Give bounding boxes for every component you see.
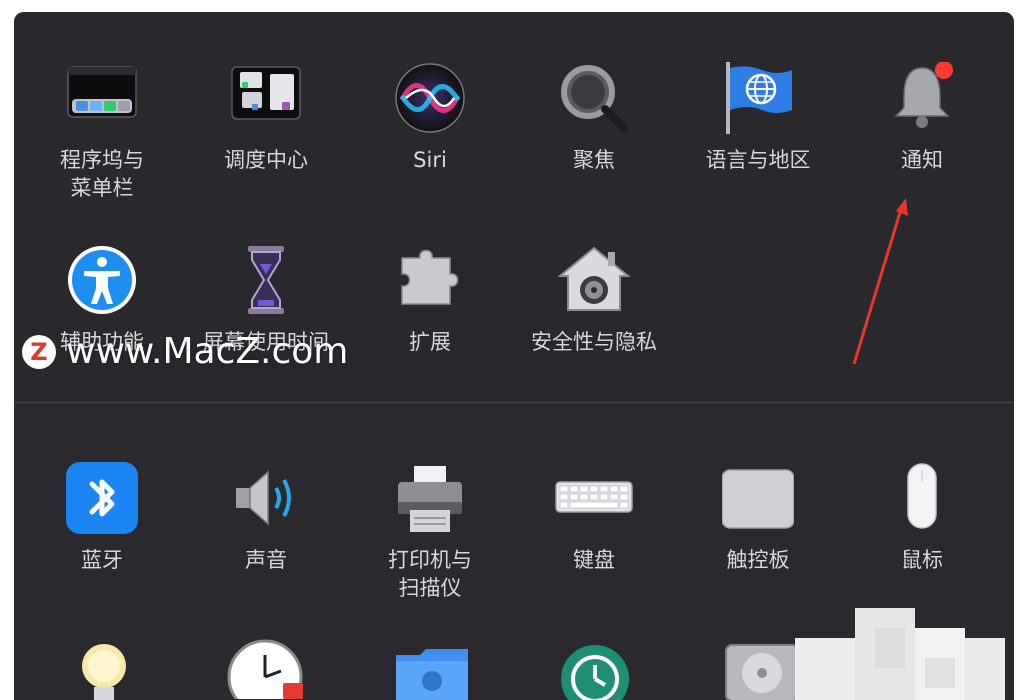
pane-label: 打印机与 扫描仪 xyxy=(388,548,472,600)
annotation-arrow xyxy=(852,198,908,365)
sound-speaker-icon xyxy=(236,470,291,526)
pane-label: 触控板 xyxy=(726,548,790,572)
pane-label: 聚焦 xyxy=(573,148,615,172)
time-machine-icon[interactable] xyxy=(559,643,631,700)
printer-scanner-icon xyxy=(398,466,462,532)
pane-label: 扩展 xyxy=(409,330,451,354)
notifications-bell-icon xyxy=(894,62,953,128)
spotlight-icon xyxy=(561,65,628,132)
dock-menubar-icon xyxy=(67,66,137,118)
extensions-puzzle-icon xyxy=(401,249,459,305)
keyboard-icon xyxy=(555,481,633,513)
energy-bulb-icon[interactable] xyxy=(79,641,129,700)
pane-label: 语言与地区 xyxy=(705,148,811,172)
siri-icon xyxy=(395,63,465,133)
accessibility-icon xyxy=(68,246,136,314)
watermark-text: www.MacZ.com xyxy=(66,331,349,372)
pane-label: Siri xyxy=(413,148,447,172)
pane-label: 鼠标 xyxy=(901,548,943,572)
watermark-badge-letter: Z xyxy=(30,338,48,366)
mission-control-icon xyxy=(231,66,301,120)
pane-label: 调度中心 xyxy=(224,148,308,172)
pane-label: 通知 xyxy=(901,148,943,172)
mosaic-blur-patch xyxy=(795,608,1005,700)
screen-time-hourglass-icon xyxy=(248,246,284,314)
sharing-folder-icon[interactable] xyxy=(394,647,470,700)
pane-label: 蓝牙 xyxy=(81,548,123,572)
trackpad-icon xyxy=(722,469,794,529)
watermark-badge: Z xyxy=(22,335,56,369)
date-time-clock-icon[interactable] xyxy=(227,639,307,699)
pane-label: 安全性与隐私 xyxy=(531,330,657,354)
pane-label: 声音 xyxy=(245,548,287,572)
language-region-flag-icon xyxy=(726,62,792,134)
security-privacy-house-icon xyxy=(558,246,630,311)
startup-disk-icon[interactable] xyxy=(722,641,802,700)
pane-label: 程序坞与 菜单栏 xyxy=(60,148,144,200)
pane-label: 键盘 xyxy=(573,548,615,572)
bluetooth-icon xyxy=(66,462,138,534)
mouse-icon xyxy=(907,463,937,529)
